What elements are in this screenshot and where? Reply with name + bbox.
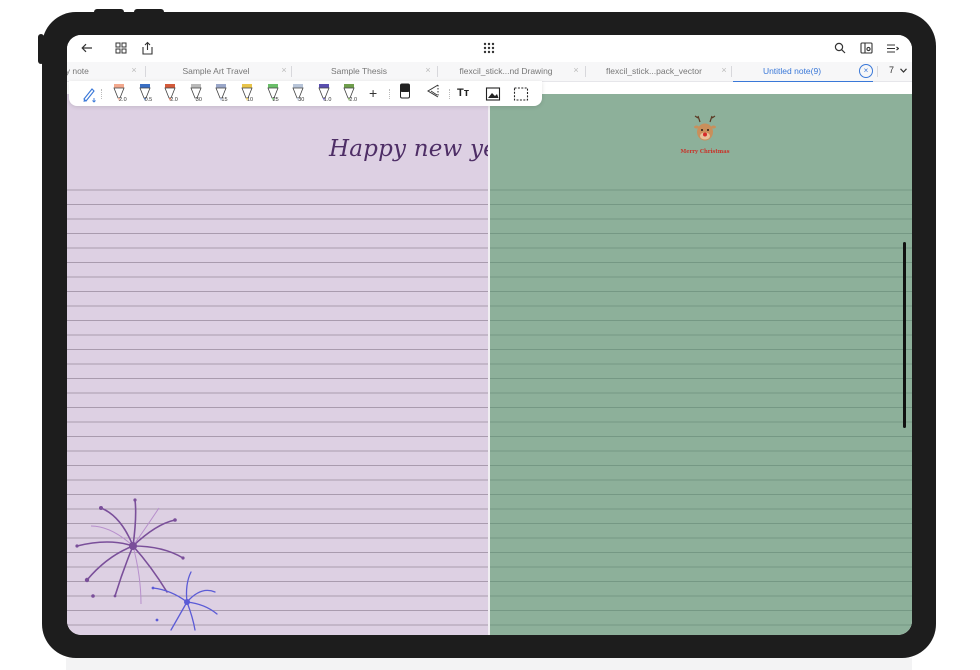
dots-grid-icon[interactable] (480, 39, 498, 57)
grid-icon[interactable] (113, 39, 129, 57)
fireworks-icon (75, 498, 218, 631)
menu-icon[interactable] (883, 39, 901, 57)
close-icon[interactable]: × (129, 65, 139, 75)
toolbar-divider (389, 89, 391, 99)
back-arrow-icon[interactable] (79, 39, 95, 57)
pen-tool[interactable]: 2.0 (341, 83, 361, 105)
scrollbar[interactable] (903, 242, 906, 428)
image-icon[interactable] (485, 83, 501, 105)
tab-study-note[interactable]: dy note × (67, 62, 141, 81)
tab-flexcil-drawing[interactable]: flexcil_stick...nd Drawing × (443, 62, 583, 81)
top-bar (67, 35, 912, 62)
tab-label: flexcil_stick...nd Drawing (459, 66, 553, 76)
right-page[interactable]: Merry Christmas (490, 94, 912, 635)
pen-size-label: 2.0 (349, 97, 358, 103)
share-icon[interactable] (139, 39, 155, 57)
selection-box-icon[interactable] (513, 83, 529, 105)
hardware-button (38, 34, 44, 64)
eraser-icon[interactable] (399, 83, 411, 105)
tab-count-dropdown[interactable]: 7 (889, 65, 907, 75)
app-screen: dy note × Sample Art Travel × Sample The… (67, 35, 912, 635)
pen-size-label: 2.0 (170, 97, 178, 103)
merry-christmas-text: Merry Christmas (680, 149, 730, 155)
reindeer-icon (694, 115, 716, 141)
panel-icon[interactable] (858, 39, 874, 57)
tab-sample-thesis[interactable]: Sample Thesis × (297, 62, 435, 81)
tab-divider (585, 66, 586, 77)
add-pen-button[interactable]: + (369, 86, 377, 108)
pen-size-label: 15 (221, 97, 228, 103)
tab-bar: dy note × Sample Art Travel × Sample The… (67, 62, 912, 82)
tab-divider (437, 66, 438, 77)
search-icon[interactable] (832, 39, 848, 57)
tab-label: Untitled note(9) (762, 66, 822, 76)
tab-sample-art-travel[interactable]: Sample Art Travel × (155, 62, 291, 81)
pen-tool[interactable]: 15 (213, 83, 233, 105)
pen-tool[interactable]: 30 (188, 83, 208, 105)
text-tool-button[interactable]: Tт (457, 87, 469, 109)
tab-divider (145, 66, 146, 77)
pen-tool[interactable]: 1.0 (316, 83, 336, 105)
pen-tool[interactable]: 2.0 (111, 83, 131, 105)
close-icon[interactable]: × (279, 65, 289, 75)
toolbar-divider (449, 89, 451, 99)
pen-size-label: 0.5 (144, 97, 153, 103)
tab-label: Sample Art Travel (182, 66, 250, 76)
drawing-toolbar: 2.0 0.5 2.0 30 15 10 25 30 1.0 2.0 + Tт (69, 81, 542, 106)
pen-tool[interactable]: 25 (265, 83, 285, 105)
device-shadow (66, 658, 912, 670)
tab-label: dy note (67, 66, 89, 76)
pen-tool[interactable]: 10 (239, 83, 259, 105)
tab-label: flexcil_stick...pack_vector (606, 66, 702, 76)
pen-tool[interactable]: 0.5 (137, 83, 157, 105)
pen-tool[interactable]: 30 (290, 83, 310, 105)
toolbar-divider (101, 89, 103, 99)
close-circle-icon[interactable]: × (859, 64, 873, 78)
tab-flexcil-vector[interactable]: flexcil_stick...pack_vector × (591, 62, 731, 81)
pen-tool[interactable]: 2.0 (162, 83, 182, 105)
tab-count: 7 (889, 65, 895, 75)
chevron-down-icon (899, 68, 907, 73)
pen-size-label: 30 (195, 97, 202, 103)
tab-divider (877, 66, 878, 77)
lasso-icon[interactable] (425, 83, 441, 105)
left-page[interactable]: Happy new year (67, 94, 522, 635)
tab-divider (731, 66, 732, 77)
hardware-button (94, 9, 124, 15)
pen-size-label: 25 (272, 97, 279, 103)
tab-untitled-note[interactable]: Untitled note(9) (733, 62, 873, 82)
hardware-button (134, 9, 164, 15)
pen-size-label: 30 (298, 97, 305, 103)
close-icon[interactable]: × (571, 65, 581, 75)
close-icon[interactable]: × (423, 65, 433, 75)
close-icon[interactable]: × (719, 65, 729, 75)
tab-label: Sample Thesis (330, 66, 388, 76)
pen-settings-icon[interactable] (81, 83, 97, 105)
pen-size-label: 10 (247, 97, 254, 103)
tab-divider (291, 66, 292, 77)
reindeer-sticker[interactable]: Merry Christmas (680, 112, 730, 155)
pen-size-label: 1.0 (323, 97, 332, 103)
pen-size-label: 2.0 (119, 97, 127, 103)
